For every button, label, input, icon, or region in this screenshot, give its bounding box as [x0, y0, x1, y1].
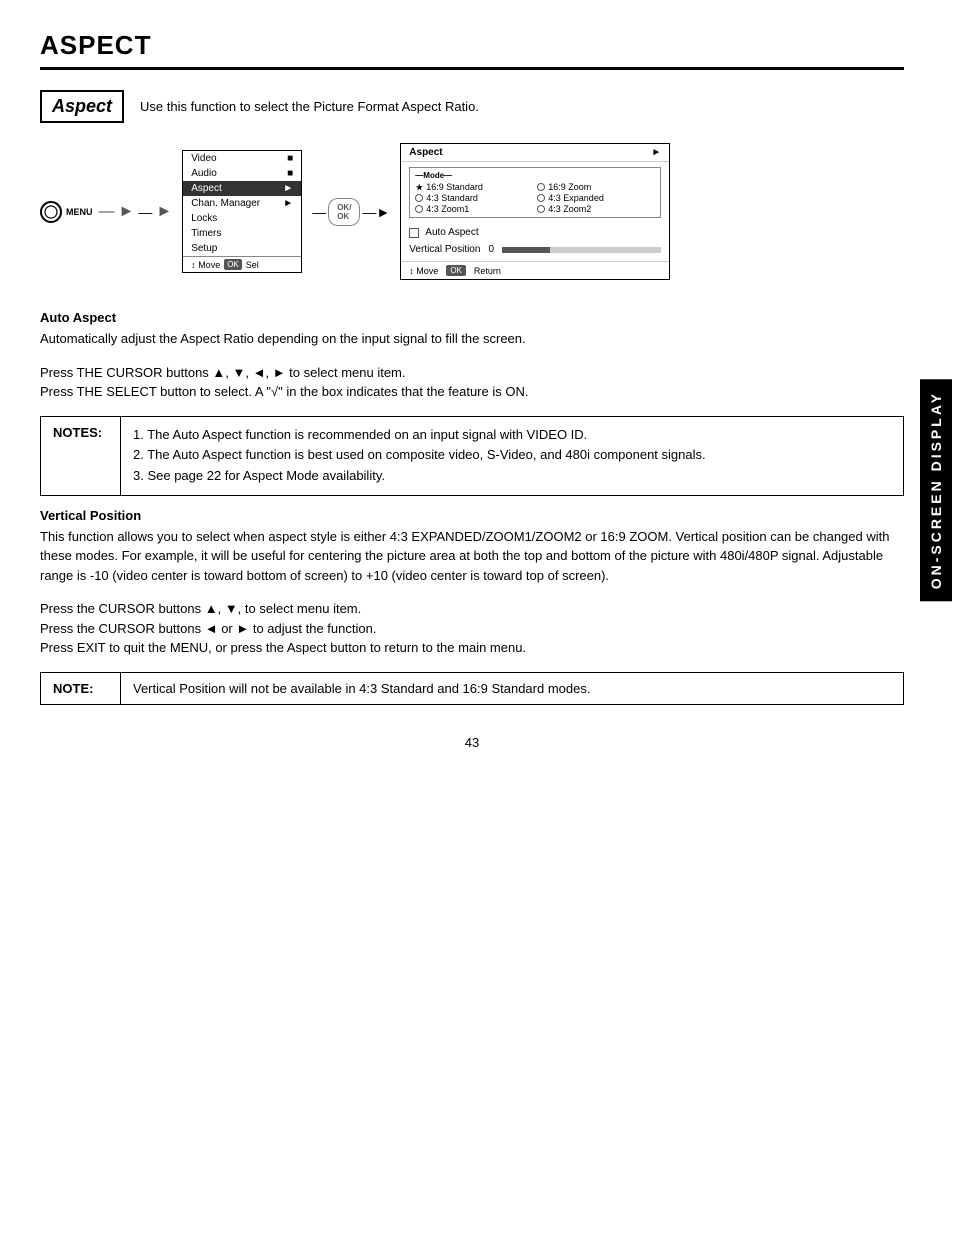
cursor-instructions-2: Press the CURSOR buttons ▲, ▼, to select… [40, 599, 904, 658]
menu-item-timers: Timers [183, 226, 301, 241]
auto-aspect-checkbox [409, 228, 419, 238]
auto-aspect-title: Auto Aspect [40, 310, 904, 325]
mode-4-3-expanded: 4:3 Expanded [537, 193, 655, 203]
note-box: NOTE: Vertical Position will not be avai… [40, 672, 904, 705]
auto-aspect-section: Auto Aspect Automatically adjust the Asp… [40, 310, 904, 349]
function-row: Aspect Use this function to select the P… [40, 90, 904, 123]
cursor-instructions: Press THE CURSOR buttons ▲, ▼, ◄, ► to s… [40, 363, 904, 402]
cursor-instruction-1: Press THE CURSOR buttons ▲, ▼, ◄, ► to s… [40, 363, 904, 383]
radio-empty-2 [415, 194, 423, 202]
note-item-3: 3. See page 22 for Aspect Mode availabil… [133, 466, 706, 487]
auto-aspect-description: Automatically adjust the Aspect Ratio de… [40, 329, 904, 349]
vertical-pos-label: Vertical Position [409, 244, 480, 255]
mode-4-3-zoom1: 4:3 Zoom1 [415, 204, 533, 214]
vertical-position-title: Vertical Position [40, 508, 904, 523]
radio-star: ★ [415, 183, 423, 191]
vertical-pos-fill [502, 247, 550, 253]
cursor-instruction2-3: Press EXIT to quit the MENU, or press th… [40, 638, 904, 658]
mode-4-3-zoom2: 4:3 Zoom2 [537, 204, 655, 214]
notes-box: NOTES: 1. The Auto Aspect function is re… [40, 416, 904, 496]
menu-diagram: MENU — ► — ► [40, 201, 172, 223]
arrow-icon-3: — [138, 204, 152, 220]
aspect-panel-header: Aspect ► [401, 144, 669, 162]
aspect-panel-title: Aspect [409, 147, 442, 158]
note-label: NOTE: [41, 673, 121, 704]
radio-empty-1 [537, 183, 545, 191]
cursor-instruction2-1: Press the CURSOR buttons ▲, ▼, to select… [40, 599, 904, 619]
mode-16-9-standard: ★ 16:9 Standard [415, 182, 533, 192]
mode-16-9-zoom: 16:9 Zoom [537, 182, 655, 192]
return-button: OK [446, 265, 466, 276]
middle-arrow: — OK/OK —► [312, 198, 390, 226]
mode-section: —Mode— ★ 16:9 Standard 16:9 Zoom 4:3 Sta… [409, 167, 661, 218]
aspect-panel-arrow: ► [651, 147, 661, 158]
vertical-position-section: Vertical Position This function allows y… [40, 508, 904, 586]
radio-empty-3 [537, 194, 545, 202]
menu-item-video: Video ■ [183, 151, 301, 166]
radio-empty-4 [415, 205, 423, 213]
note-item-1: 1. The Auto Aspect function is recommend… [133, 425, 706, 446]
mode-4-3-standard: 4:3 Standard [415, 193, 533, 203]
notes-label: NOTES: [41, 417, 121, 495]
aspect-panel-footer: ↕ Move OK Return [401, 261, 669, 279]
menu-footer: ↕ Move OK Sel [183, 256, 301, 272]
vertical-pos-row: Vertical Position 0 [401, 242, 669, 261]
page-title: ASPECT [40, 30, 904, 70]
sel-button: OK [224, 259, 242, 270]
cursor-instruction2-2: Press the CURSOR buttons ◄ or ► to adjus… [40, 619, 904, 639]
function-label: Aspect [40, 90, 124, 123]
menu-item-locks: Locks [183, 211, 301, 226]
radio-empty-5 [537, 205, 545, 213]
menu-item-setup: Setup [183, 241, 301, 256]
oval-ok-button: OK/OK [328, 198, 360, 226]
side-label-container: ON-SCREEN DISPLAY [918, 200, 954, 780]
auto-aspect-label: Auto Aspect [425, 227, 478, 238]
menu-text: MENU [66, 207, 93, 217]
left-menu-box: Video ■ Audio ■ Aspect ► Chan. Manager ►… [182, 150, 302, 273]
menu-circle-icon [40, 201, 62, 223]
note-item-2: 2. The Auto Aspect function is best used… [133, 445, 706, 466]
side-label: ON-SCREEN DISPLAY [920, 379, 952, 601]
vertical-pos-value: 0 [488, 244, 494, 255]
arrow-icon-1: — [99, 203, 115, 221]
note-content: Vertical Position will not be available … [121, 673, 602, 704]
footer-return: Return [474, 266, 501, 276]
menu-item-aspect: Aspect ► [183, 181, 301, 196]
vertical-pos-bar [502, 247, 661, 253]
arrow-icon-2: ► [119, 203, 135, 221]
arrow-icon-4: ► [156, 203, 172, 221]
notes-content: 1. The Auto Aspect function is recommend… [121, 417, 718, 495]
auto-aspect-row: Auto Aspect [401, 223, 669, 242]
mode-grid: ★ 16:9 Standard 16:9 Zoom 4:3 Standard 4… [415, 182, 655, 214]
page-number: 43 [40, 735, 904, 750]
vertical-position-description: This function allows you to select when … [40, 527, 904, 586]
diagrams-row: MENU — ► — ► Video ■ Audio ■ Aspect ► Ch… [40, 143, 904, 280]
arrow-chain: — ► — ► [99, 203, 173, 221]
menu-item-audio: Audio ■ [183, 166, 301, 181]
footer-move: Move [416, 266, 438, 276]
cursor-instruction-2: Press THE SELECT button to select. A "√"… [40, 382, 904, 402]
menu-item-chan-manager: Chan. Manager ► [183, 196, 301, 211]
aspect-panel: Aspect ► —Mode— ★ 16:9 Standard 16:9 Zoo… [400, 143, 670, 280]
function-description: Use this function to select the Picture … [140, 99, 479, 114]
mode-label: —Mode— [415, 171, 655, 180]
